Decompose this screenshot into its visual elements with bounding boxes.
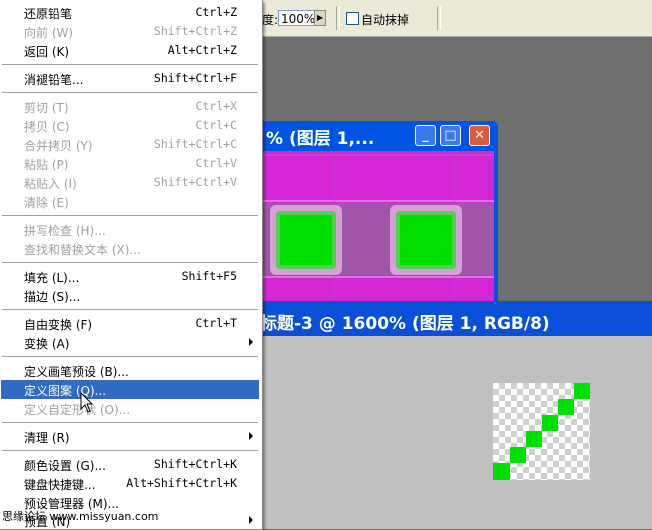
pattern-preview — [244, 151, 494, 301]
pattern-pixel — [510, 447, 526, 463]
minimize-icon[interactable]: _ — [415, 125, 436, 146]
menu-item-copy-merged[interactable]: 合并拷贝 (Y) Shift+Ctrl+C — [1, 135, 259, 154]
submenu-arrow-icon — [249, 516, 253, 524]
close-icon[interactable]: ✕ — [469, 125, 490, 146]
submenu-arrow-icon — [249, 338, 253, 346]
menu-item-free-transform[interactable]: 自由变换 (F) Ctrl+T — [1, 314, 259, 333]
document-title: 标题-3 @ 1600% (图层 1, RGB/8) — [260, 314, 550, 334]
document-window[interactable]: % (图层 1,... _ □ ✕ — [240, 121, 498, 301]
menu-separator — [2, 64, 258, 65]
document-title: % (图层 1,... — [266, 129, 375, 149]
menu-item-find-replace[interactable]: 查找和替换文本 (X)... — [1, 239, 259, 258]
menu-separator — [2, 262, 258, 263]
menu-item-fill[interactable]: 填充 (L)... Shift+F5 — [1, 267, 259, 286]
document-canvas[interactable] — [244, 151, 494, 301]
opacity-dropdown-arrow-icon[interactable]: ▶ — [314, 10, 326, 26]
toolbar-divider — [437, 6, 441, 30]
auto-erase-checkbox[interactable] — [346, 12, 359, 25]
watermark: 思缘论坛 www.missyuan.com — [2, 510, 159, 523]
menu-separator — [2, 356, 258, 357]
pattern-pixel — [542, 415, 558, 431]
menu-item-paste-into[interactable]: 粘贴入 (I) Shift+Ctrl+V — [1, 173, 259, 192]
pattern-pixel — [574, 383, 590, 399]
pattern-pixel — [526, 431, 542, 447]
menu-item-purge[interactable]: 清理 (R) — [1, 427, 259, 446]
submenu-arrow-icon — [249, 432, 253, 440]
menu-separator — [2, 422, 258, 423]
menu-item-step-backward[interactable]: 返回 (K) Alt+Ctrl+Z — [1, 41, 259, 60]
menu-item-define-pattern[interactable]: 定义图案 (Q)... — [1, 380, 259, 399]
menu-item-fade-pencil[interactable]: 消褪铅笔... Shift+Ctrl+F — [1, 69, 259, 88]
menu-separator — [2, 309, 258, 310]
menu-item-define-custom-shape[interactable]: 定义自定形状 (O)... — [1, 399, 259, 418]
menu-item-transform[interactable]: 变换 (A) — [1, 333, 259, 352]
document-title-bar[interactable]: 标题-3 @ 1600% (图层 1, RGB/8) — [240, 301, 652, 336]
menu-item-check-spelling[interactable]: 拼写检查 (H)... — [1, 220, 259, 239]
opacity-label: 度: — [262, 13, 279, 27]
menu-item-clear[interactable]: 清除 (E) — [1, 192, 259, 211]
menu-separator — [2, 450, 258, 451]
menu-separator — [2, 92, 258, 93]
pattern-pixel — [558, 399, 574, 415]
pattern-tile — [493, 383, 590, 480]
pattern-pixel — [493, 463, 510, 480]
menu-separator — [2, 215, 258, 216]
menu-item-color-settings[interactable]: 颜色设置 (G)... Shift+Ctrl+K — [1, 455, 259, 474]
menu-item-paste[interactable]: 粘贴 (P) Ctrl+V — [1, 154, 259, 173]
menu-item-step-forward[interactable]: 向前 (W) Shift+Ctrl+Z — [1, 22, 259, 41]
menu-item-keyboard-shortcuts[interactable]: 键盘快捷键... Alt+Shift+Ctrl+K — [1, 474, 259, 493]
menu-item-define-brush[interactable]: 定义画笔预设 (B)... — [1, 361, 259, 380]
maximize-icon[interactable]: □ — [440, 125, 461, 146]
menu-item-copy[interactable]: 拷贝 (C) Ctrl+C — [1, 116, 259, 135]
toolbar-divider — [336, 6, 340, 30]
menu-item-undo-pencil[interactable]: 还原铅笔 Ctrl+Z — [1, 3, 259, 22]
menu-item-stroke[interactable]: 描边 (S)... — [1, 286, 259, 305]
auto-erase-label: 自动抹掉 — [361, 13, 410, 27]
menu-item-cut[interactable]: 剪切 (T) Ctrl+X — [1, 97, 259, 116]
mouse-cursor-icon — [80, 392, 94, 413]
edit-menu: 还原铅笔 Ctrl+Z 向前 (W) Shift+Ctrl+Z 返回 (K) Alt+… — [0, 0, 263, 530]
document-canvas[interactable] — [240, 336, 652, 529]
